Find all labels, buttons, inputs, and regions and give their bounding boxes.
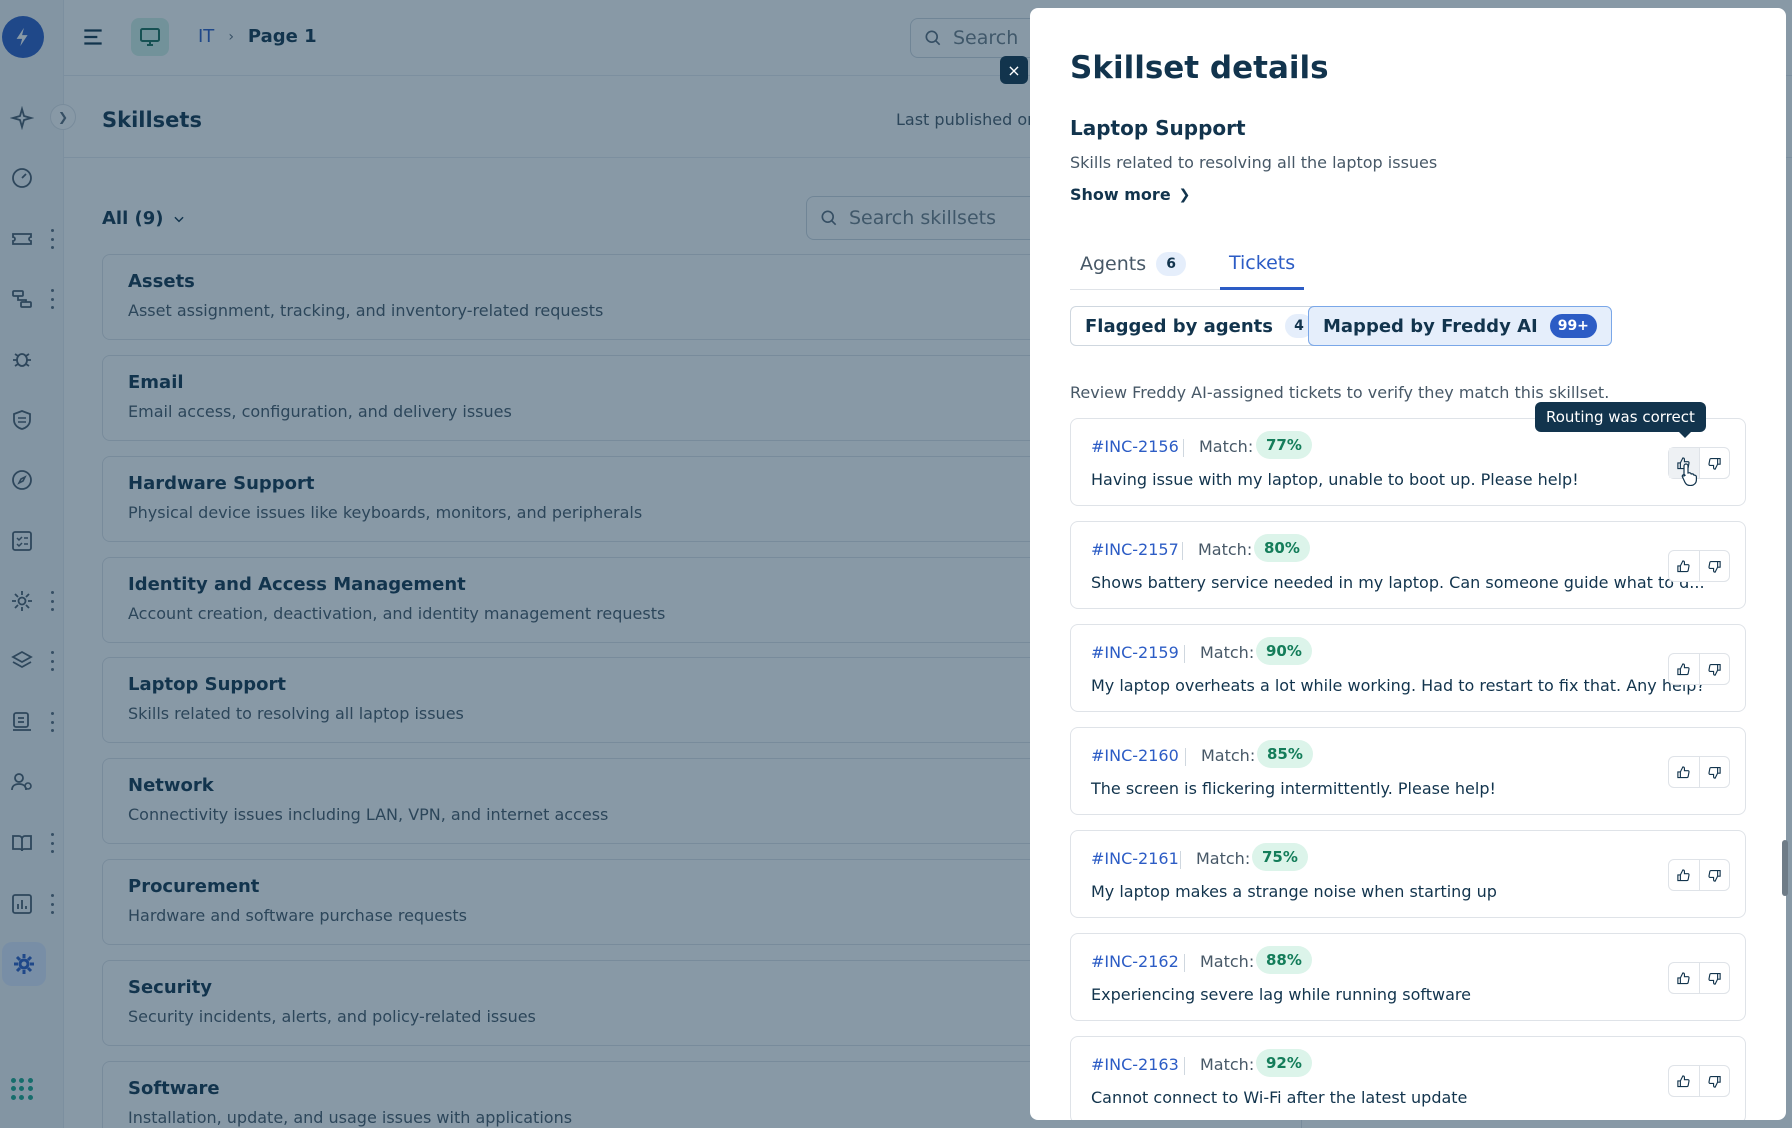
ticket-subject: Experiencing severe lag while running so… (1091, 985, 1471, 1004)
match-label: Match: (1199, 437, 1254, 456)
thumbs-up-icon[interactable] (1669, 963, 1699, 993)
separator (1182, 542, 1183, 560)
ticket-card: #INC-2162 Match: 88% Experiencing severe… (1070, 933, 1746, 1021)
drawer-scrollbar[interactable] (1782, 840, 1788, 896)
routing-tooltip: Routing was correct (1535, 402, 1706, 438)
freddy-count-badge: 99+ (1549, 314, 1597, 338)
flagged-by-agents-filter[interactable]: Flagged by agents 4 (1070, 306, 1328, 346)
ticket-card: #INC-2159 Match: 90% My laptop overheats… (1070, 624, 1746, 712)
ticket-id-link[interactable]: #INC-2156 (1091, 437, 1179, 456)
close-drawer-button[interactable]: × (1000, 56, 1028, 84)
thumbs-down-icon[interactable] (1698, 551, 1729, 581)
match-label: Match: (1198, 540, 1253, 559)
ticket-subject: My laptop makes a strange noise when sta… (1091, 882, 1497, 901)
thumbs-up-icon[interactable] (1669, 551, 1699, 581)
ticket-subject: My laptop overheats a lot while working.… (1091, 676, 1705, 695)
routing-feedback (1668, 550, 1730, 582)
match-label: Match: (1200, 952, 1255, 971)
thumbs-down-icon[interactable] (1698, 860, 1729, 890)
ticket-id-link[interactable]: #INC-2161 (1091, 849, 1179, 868)
separator (1183, 439, 1184, 457)
ticket-card: #INC-2161 Match: 75% My laptop makes a s… (1070, 830, 1746, 918)
skillset-details-drawer: Skillset details Laptop Support Skills r… (1030, 8, 1786, 1120)
ticket-id-link[interactable]: #INC-2157 (1091, 540, 1179, 559)
ticket-card: #INC-2160 Match: 85% The screen is flick… (1070, 727, 1746, 815)
thumbs-up-icon[interactable] (1669, 757, 1699, 787)
ticket-subject: Cannot connect to Wi-Fi after the latest… (1091, 1088, 1468, 1107)
skillset-name-heading: Laptop Support (1070, 116, 1246, 140)
close-icon: × (1007, 60, 1021, 80)
match-badge: 90% (1256, 637, 1312, 665)
tooltip-text: Routing was correct (1546, 408, 1695, 426)
thumbs-down-icon[interactable] (1698, 1066, 1729, 1096)
thumbs-down-icon[interactable] (1698, 963, 1729, 993)
pointer-cursor-icon (1681, 463, 1697, 486)
tab-agents[interactable]: Agents 6 (1080, 238, 1187, 290)
match-label: Match: (1200, 1055, 1255, 1074)
ticket-id-link[interactable]: #INC-2162 (1091, 952, 1179, 971)
thumbs-down-icon[interactable] (1698, 448, 1729, 478)
match-badge: 88% (1256, 946, 1312, 974)
mapped-by-freddy-filter[interactable]: Mapped by Freddy AI 99+ (1308, 306, 1612, 346)
thumbs-up-icon[interactable] (1669, 1066, 1699, 1096)
match-badge: 75% (1252, 843, 1308, 871)
match-badge: 92% (1256, 1049, 1312, 1077)
thumbs-down-icon[interactable] (1698, 654, 1729, 684)
drawer-title: Skillset details (1070, 50, 1329, 86)
freddy-label: Mapped by Freddy AI (1323, 315, 1538, 337)
routing-feedback (1668, 653, 1730, 685)
routing-feedback (1668, 962, 1730, 994)
routing-feedback (1668, 756, 1730, 788)
ticket-subject: Having issue with my laptop, unable to b… (1091, 470, 1579, 489)
tab-agents-label: Agents (1080, 253, 1147, 275)
ticket-id-link[interactable]: #INC-2163 (1091, 1055, 1179, 1074)
separator (1185, 748, 1186, 766)
match-badge: 77% (1256, 431, 1312, 459)
ticket-subject: The screen is flickering intermittently.… (1091, 779, 1496, 798)
tab-tickets-label: Tickets (1229, 251, 1296, 274)
match-label: Match: (1201, 746, 1256, 765)
ticket-id-link[interactable]: #INC-2159 (1091, 643, 1179, 662)
thumbs-down-icon[interactable] (1698, 757, 1729, 787)
separator (1184, 954, 1185, 972)
tab-tickets[interactable]: Tickets (1220, 238, 1305, 290)
match-badge: 85% (1257, 740, 1313, 768)
separator (1184, 1057, 1185, 1075)
thumbs-up-icon[interactable] (1669, 654, 1699, 684)
chevron-right-icon: ❯ (1178, 186, 1191, 203)
ticket-subject: Shows battery service needed in my lapto… (1091, 573, 1705, 592)
match-badge: 80% (1254, 534, 1310, 562)
routing-feedback (1668, 859, 1730, 891)
agents-count-badge: 6 (1156, 252, 1187, 276)
review-instructions: Review Freddy AI-assigned tickets to ver… (1070, 383, 1610, 402)
show-more-link[interactable]: Show more ❯ (1070, 185, 1190, 204)
skillset-description-text: Skills related to resolving all the lapt… (1070, 153, 1438, 172)
ticket-card: #INC-2163 Match: 92% Cannot connect to W… (1070, 1036, 1746, 1120)
separator (1184, 645, 1185, 663)
match-label: Match: (1196, 849, 1251, 868)
drawer-tabs: Agents 6 Tickets (1070, 238, 1305, 290)
routing-feedback (1668, 1065, 1730, 1097)
separator (1180, 851, 1181, 869)
flagged-label: Flagged by agents (1085, 315, 1273, 337)
ticket-card: #INC-2157 Match: 80% Shows battery servi… (1070, 521, 1746, 609)
thumbs-up-icon[interactable] (1669, 860, 1699, 890)
match-label: Match: (1200, 643, 1255, 662)
show-more-label: Show more (1070, 185, 1171, 204)
ticket-id-link[interactable]: #INC-2160 (1091, 746, 1179, 765)
